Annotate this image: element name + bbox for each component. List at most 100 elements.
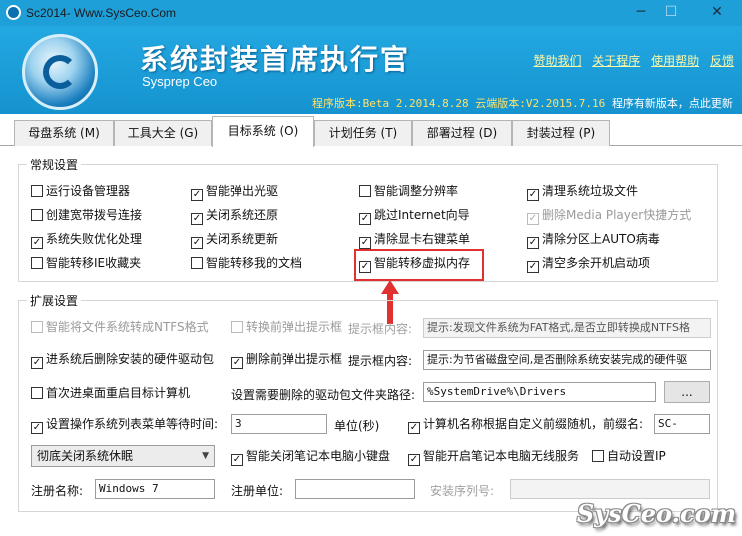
app-banner: 系统封装首席执行官 Sysprep Ceo 赞助我们 关于程序 使用帮助 反馈 …: [0, 26, 742, 114]
general-option-label: 智能转移IE收藏夹: [46, 256, 142, 270]
link-sponsor[interactable]: 赞助我们: [533, 54, 581, 68]
chevron-down-icon: ▼: [202, 451, 209, 461]
general-option-label: 系统失败优化处理: [46, 232, 143, 246]
general-option-checkbox[interactable]: 智能调整分辨率: [359, 184, 458, 198]
reg-org-label: 注册单位:: [231, 484, 284, 498]
general-option-checkbox[interactable]: 创建宽带拨号连接: [31, 208, 142, 222]
delete-prompt-label: 提示框内容:: [348, 354, 413, 368]
window-title: Sc2014- Www.SysCeo.Com: [26, 6, 177, 20]
name-prefix-field[interactable]: SC-: [654, 414, 710, 434]
ntfs-convert-checkbox[interactable]: 智能将文件系统转成NTFS格式: [31, 320, 209, 334]
checked-icon: [359, 213, 371, 225]
tab-package[interactable]: 封装过程 (P): [512, 120, 610, 146]
ntfs-prompt-field[interactable]: 提示:发现文件系统为FAT格式,是否立即转换成NTFS格: [423, 318, 711, 338]
general-option-label: 清除分区上AUTO病毒: [542, 232, 660, 246]
sleep-option-select[interactable]: 彻底关闭系统休眠 ▼: [31, 445, 215, 467]
checked-icon: [359, 237, 371, 249]
link-feedback[interactable]: 反馈: [710, 54, 734, 68]
general-option-checkbox[interactable]: 智能转移我的文档: [191, 256, 302, 270]
top-links: 赞助我们 关于程序 使用帮助 反馈: [526, 52, 734, 69]
maximize-button: ☐: [664, 4, 678, 20]
highlight-box: [354, 249, 484, 281]
general-option-checkbox[interactable]: 关闭系统还原: [191, 208, 278, 225]
reg-name-field[interactable]: Windows 7: [95, 479, 215, 499]
tab-master-system[interactable]: 母盘系统 (M): [14, 120, 114, 146]
general-option-checkbox[interactable]: 清空多余开机启动项: [527, 256, 650, 273]
unchecked-icon: [31, 185, 43, 197]
update-link[interactable]: 程序有新版本，点此更新: [612, 97, 733, 110]
reg-org-field[interactable]: [295, 479, 415, 499]
link-help[interactable]: 使用帮助: [651, 54, 699, 68]
tab-tools[interactable]: 工具大全 (G): [114, 120, 212, 146]
tab-target-system[interactable]: 目标系统 (O): [212, 116, 314, 147]
close-keyboard-checkbox[interactable]: 智能关闭笔记本电脑小键盘: [231, 449, 390, 466]
general-option-checkbox[interactable]: 智能转移IE收藏夹: [31, 256, 141, 270]
general-option-checkbox[interactable]: 清除分区上AUTO病毒: [527, 232, 660, 249]
driver-path-label: 设置需要删除的驱动包文件夹路径:: [231, 388, 416, 402]
restart-checkbox[interactable]: 首次进桌面重启目标计算机: [31, 386, 190, 400]
general-option-label: 智能调整分辨率: [374, 184, 459, 198]
wait-time-field[interactable]: 3: [231, 414, 327, 434]
version-info: 程序版本:Beta 2.2014.8.28 云端版本:V2.2015.7.16 …: [312, 95, 733, 111]
serial-field[interactable]: [510, 479, 710, 499]
checked-icon: [191, 189, 203, 201]
wait-time-checkbox[interactable]: 设置操作系统列表菜单等待时间:: [31, 417, 218, 434]
wireless-checkbox[interactable]: 智能开启笔记本电脑无线服务: [408, 449, 579, 466]
checked-icon: [191, 237, 203, 249]
general-option-label: 跳过Internet向导: [374, 208, 470, 222]
app-icon: [6, 5, 21, 20]
general-option-label: 清空多余开机启动项: [542, 256, 651, 270]
extended-settings-title: 扩展设置: [27, 292, 82, 309]
reg-name-label: 注册名称:: [31, 484, 84, 498]
general-option-checkbox[interactable]: 删除Media Player快捷方式: [527, 208, 691, 225]
general-option-label: 运行设备管理器: [46, 184, 131, 198]
tab-scheduled-tasks[interactable]: 计划任务 (T): [314, 120, 412, 146]
general-option-checkbox[interactable]: 智能弹出光驱: [191, 184, 278, 201]
minimize-button[interactable]: ─: [627, 2, 655, 24]
general-option-checkbox[interactable]: 跳过Internet向导: [359, 208, 470, 225]
general-option-checkbox[interactable]: 清理系统垃圾文件: [527, 184, 638, 201]
ntfs-prompt-label: 提示框内容:: [348, 322, 413, 336]
checked-icon: [527, 261, 539, 273]
general-option-label: 关闭系统还原: [206, 208, 279, 222]
tab-bar: 母盘系统 (M) 工具大全 (G) 目标系统 (O) 计划任务 (T) 部署过程…: [0, 114, 742, 147]
checked-icon: [527, 189, 539, 201]
app-title: 系统封装首席执行官: [140, 43, 411, 76]
delete-popup-checkbox[interactable]: 删除前弹出提示框: [231, 352, 342, 369]
link-about[interactable]: 关于程序: [592, 54, 640, 68]
unchecked-icon: [191, 257, 203, 269]
general-option-label: 清理系统垃圾文件: [542, 184, 639, 198]
computer-name-checkbox[interactable]: 计算机名称根据自定义前缀随机，前缀名:: [408, 417, 643, 434]
ntfs-popup-checkbox[interactable]: 转换前弹出提示框: [231, 320, 342, 334]
checked-icon: [31, 237, 43, 249]
close-button[interactable]: ✕: [703, 2, 731, 24]
delete-driver-checkbox[interactable]: 进系统后删除安装的硬件驱动包: [31, 352, 214, 369]
general-option-checkbox[interactable]: 系统失败优化处理: [31, 232, 142, 249]
unchecked-icon: [359, 185, 371, 197]
checked-icon: [527, 213, 539, 225]
checked-icon: [191, 213, 203, 225]
general-option-label: 创建宽带拨号连接: [46, 208, 143, 222]
general-option-label: 智能弹出光驱: [206, 184, 279, 198]
tab-content: 常规设置 运行设备管理器 智能弹出光驱 智能调整分辨率 清理系统垃圾文件创建宽带拨号连…: [0, 146, 742, 536]
general-option-label: 智能转移我的文档: [206, 256, 303, 270]
general-option-label: 清除显卡右键菜单: [374, 232, 471, 246]
auto-ip-checkbox[interactable]: 自动设置IP: [592, 449, 666, 463]
driver-path-field[interactable]: %SystemDrive%\Drivers: [423, 382, 656, 402]
unchecked-icon: [31, 257, 43, 269]
general-option-checkbox[interactable]: 运行设备管理器: [31, 184, 130, 198]
browse-button[interactable]: ...: [664, 381, 710, 403]
tab-deploy[interactable]: 部署过程 (D): [412, 120, 512, 146]
wait-unit-label: 单位(秒): [334, 419, 380, 433]
general-option-checkbox[interactable]: 清除显卡右键菜单: [359, 232, 470, 249]
unchecked-icon: [31, 209, 43, 221]
general-option-label: 关闭系统更新: [206, 232, 279, 246]
delete-prompt-field[interactable]: 提示:为节省磁盘空间,是否删除系统安装完成的硬件驱: [423, 350, 711, 370]
title-bar: Sc2014- Www.SysCeo.Com ─ ☐ ✕: [0, 0, 742, 26]
serial-label: 安装序列号:: [430, 484, 495, 498]
general-settings-title: 常规设置: [27, 156, 82, 173]
watermark: SysCeo.com: [576, 499, 736, 528]
general-option-checkbox[interactable]: 关闭系统更新: [191, 232, 278, 249]
sleep-option-value: 彻底关闭系统休眠: [37, 449, 134, 463]
checked-icon: [527, 237, 539, 249]
